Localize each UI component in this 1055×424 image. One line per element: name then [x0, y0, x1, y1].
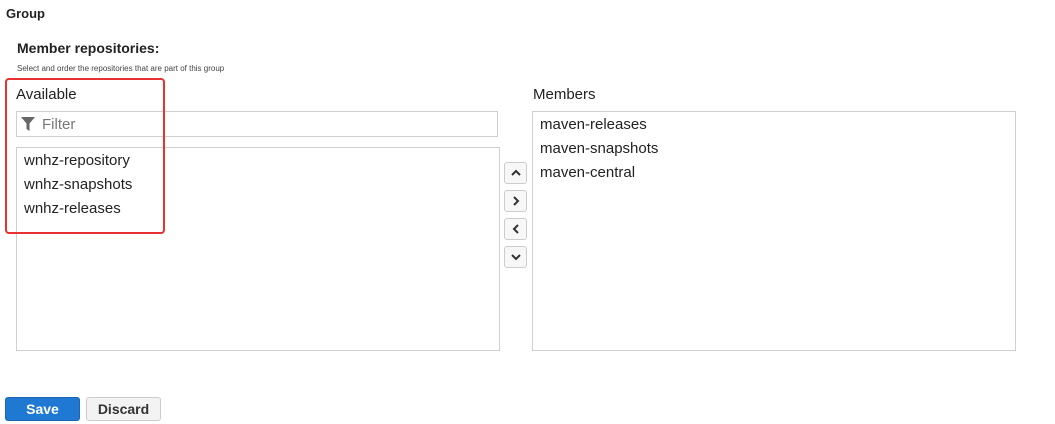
member-repositories-description: Select and order the repositories that a… — [17, 64, 225, 73]
member-item[interactable]: maven-central — [540, 161, 1015, 185]
members-list[interactable]: maven-releases maven-snapshots maven-cen… — [532, 111, 1016, 351]
members-label: Members — [533, 86, 596, 103]
member-item[interactable]: maven-snapshots — [540, 137, 1015, 161]
member-item[interactable]: maven-releases — [540, 113, 1015, 137]
save-button[interactable]: Save — [5, 397, 80, 421]
chevron-up-icon — [510, 169, 521, 176]
chevron-right-icon — [512, 196, 519, 206]
chevron-left-icon — [512, 224, 519, 234]
move-right-button[interactable] — [504, 190, 527, 212]
member-repositories-heading: Member repositories: — [17, 40, 160, 56]
move-up-button[interactable] — [504, 162, 527, 184]
move-down-button[interactable] — [504, 246, 527, 268]
highlight-annotation — [5, 78, 165, 234]
move-left-button[interactable] — [504, 218, 527, 240]
chevron-down-icon — [510, 254, 521, 261]
discard-button[interactable]: Discard — [86, 397, 161, 421]
section-title: Group — [6, 6, 45, 21]
